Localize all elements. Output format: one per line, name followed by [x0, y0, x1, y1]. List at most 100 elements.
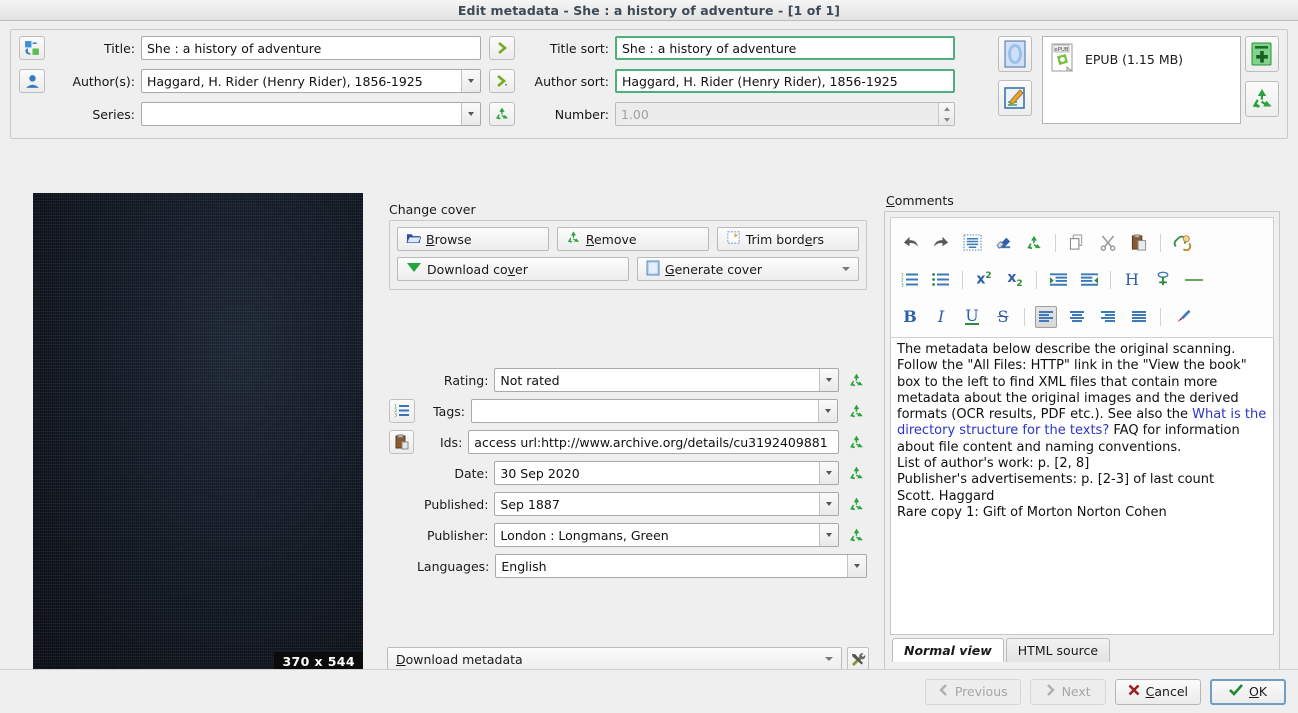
formats-list[interactable]: ePUB EPUB (1.15 MB)	[1042, 36, 1241, 124]
remove-format-recycle-icon[interactable]	[1245, 81, 1279, 117]
author-sort-input[interactable]: Haggard, H. Rider (Henry Rider), 1856-19…	[615, 69, 955, 93]
series-combo[interactable]	[141, 102, 481, 126]
ids-input[interactable]: access url:http://www.archive.org/detail…	[468, 430, 839, 454]
date-combo[interactable]: 30 Sep 2020	[494, 461, 840, 485]
horizontal-rule-icon[interactable]	[1183, 269, 1205, 291]
edit-metadata-from-format-icon[interactable]	[998, 80, 1032, 116]
indent-less-icon[interactable]	[1078, 269, 1100, 291]
download-metadata-button[interactable]: Download metadata	[387, 647, 842, 671]
trim-borders-button[interactable]: Trim borders	[716, 227, 860, 251]
check-icon	[1229, 684, 1243, 699]
publisher-combo[interactable]: London : Longmans, Green	[494, 523, 840, 547]
cover-preview[interactable]: 370 x 544	[33, 193, 363, 678]
author-person-icon[interactable]	[19, 69, 45, 93]
align-justify-icon[interactable]	[1128, 306, 1150, 328]
tab-html-source[interactable]: HTML source	[1005, 638, 1111, 662]
number-input[interactable]: 1.00	[615, 102, 955, 126]
copy-icon[interactable]	[1066, 232, 1088, 254]
comments-line-4: Scott. Haggard	[897, 488, 995, 504]
underline-icon[interactable]: U	[961, 306, 983, 328]
download-cover-button[interactable]: Download cover	[397, 257, 629, 281]
cover-tools-column	[998, 36, 1032, 116]
author-to-sort-icon[interactable]	[489, 69, 515, 93]
publisher-dropdown-arrow[interactable]	[819, 524, 839, 546]
redo-icon[interactable]	[930, 232, 952, 254]
generate-cover-dropdown-arrow[interactable]	[842, 267, 850, 271]
date-reset-recycle-icon[interactable]	[846, 462, 867, 484]
published-reset-recycle-icon[interactable]	[846, 493, 867, 515]
tags-label: Tags:	[433, 403, 465, 419]
ids-clipboard-icon[interactable]	[389, 430, 415, 454]
bold-icon[interactable]: B	[899, 306, 921, 328]
format-item-epub[interactable]: ePUB EPUB (1.15 MB)	[1051, 43, 1232, 76]
strikethrough-icon[interactable]: S	[992, 306, 1014, 328]
superscript-icon[interactable]: x2	[973, 269, 995, 291]
swap-title-author-icon[interactable]	[19, 36, 45, 60]
rating-dropdown-arrow[interactable]	[819, 369, 839, 391]
text-color-brush-icon[interactable]	[1171, 306, 1193, 328]
authors-combo[interactable]: Haggard, H. Rider (Henry Rider), 1856-19…	[141, 69, 481, 93]
publisher-reset-recycle-icon[interactable]	[846, 524, 867, 546]
tags-reset-recycle-icon[interactable]	[845, 400, 867, 422]
tab-normal-view[interactable]: Normal view	[892, 638, 1004, 662]
download-metadata-dropdown-arrow[interactable]	[825, 657, 833, 661]
previous-button[interactable]: Previous	[924, 678, 1021, 705]
cut-scissors-icon[interactable]	[1097, 232, 1119, 254]
change-cover-label: Change cover	[389, 202, 476, 217]
unordered-list-icon[interactable]	[930, 269, 952, 291]
ordered-list-icon[interactable]: 123	[899, 269, 921, 291]
align-right-icon[interactable]	[1097, 306, 1119, 328]
next-button[interactable]: Next	[1029, 678, 1106, 705]
languages-dropdown-arrow[interactable]	[847, 555, 866, 577]
select-all-icon[interactable]	[961, 232, 983, 254]
align-center-icon[interactable]	[1066, 306, 1088, 328]
tags-list-icon[interactable]: 123	[389, 399, 415, 423]
series-reset-recycle-icon[interactable]	[489, 102, 515, 126]
trim-borders-label: Trim borders	[745, 231, 825, 247]
italic-icon[interactable]: I	[930, 306, 952, 328]
publisher-label: Publisher:	[427, 527, 489, 543]
next-chevron-icon	[1045, 684, 1056, 699]
add-format-icon[interactable]	[1245, 36, 1279, 72]
comments-text-area[interactable]: The metadata below describe the original…	[890, 337, 1274, 635]
remove-cover-button[interactable]: Remove	[556, 227, 709, 251]
languages-combo[interactable]: English	[495, 554, 867, 578]
title-input[interactable]: She : a history of adventure	[141, 36, 481, 60]
remove-formatting-eraser-icon[interactable]	[992, 232, 1014, 254]
series-dropdown-arrow[interactable]	[461, 103, 480, 125]
paste-icon[interactable]	[1128, 232, 1150, 254]
tags-combo[interactable]	[471, 399, 838, 423]
tags-row: 123 Tags:	[389, 399, 867, 423]
clear-comments-recycle-icon[interactable]	[1023, 232, 1045, 254]
rating-reset-recycle-icon[interactable]	[846, 369, 867, 391]
comments-toolbar: 123 x2 x2 H B I U S	[890, 217, 1274, 337]
ok-button[interactable]: OK	[1210, 678, 1286, 705]
svg-text:ePUB: ePUB	[1055, 47, 1069, 53]
rating-combo[interactable]: Not rated	[494, 368, 840, 392]
metadata-download-settings-icon[interactable]	[847, 647, 869, 671]
set-cover-from-format-icon[interactable]	[998, 36, 1032, 72]
date-dropdown-arrow[interactable]	[819, 462, 839, 484]
title-to-sort-icon[interactable]	[489, 36, 515, 60]
insert-link-icon[interactable]	[1171, 232, 1193, 254]
generate-cover-button[interactable]: Generate cover	[636, 257, 859, 281]
insert-anchor-icon[interactable]	[1152, 269, 1174, 291]
undo-icon[interactable]	[899, 232, 921, 254]
number-spinner[interactable]	[938, 103, 954, 125]
date-label: Date:	[454, 465, 489, 481]
browse-cover-button[interactable]: Browse	[397, 227, 549, 251]
languages-value: English	[501, 558, 547, 574]
align-left-icon[interactable]	[1035, 305, 1057, 328]
published-combo[interactable]: Sep 1887	[494, 492, 840, 516]
ids-reset-recycle-icon[interactable]	[846, 431, 867, 453]
heading-icon[interactable]: H	[1121, 269, 1143, 291]
authors-dropdown-arrow[interactable]	[461, 70, 480, 92]
download-arrow-icon	[406, 261, 422, 277]
subscript-icon[interactable]: x2	[1004, 269, 1026, 291]
published-row: Published: Sep 1887	[389, 492, 867, 516]
published-dropdown-arrow[interactable]	[819, 493, 839, 515]
cancel-button[interactable]: CCancelancel	[1114, 678, 1201, 705]
tags-dropdown-arrow[interactable]	[818, 400, 837, 422]
indent-more-icon[interactable]	[1047, 269, 1069, 291]
title-sort-input[interactable]: She : a history of adventure	[615, 36, 955, 60]
